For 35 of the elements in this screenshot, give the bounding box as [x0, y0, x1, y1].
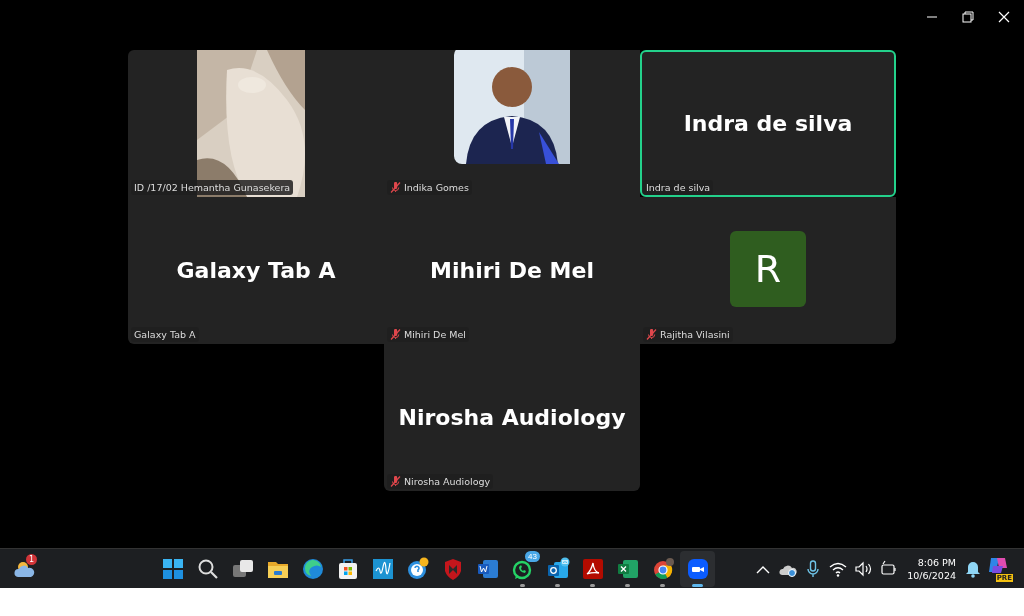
running-indicator	[625, 583, 630, 587]
help-icon	[405, 556, 430, 581]
participant-label: ID /17/02 Hemantha Gunasekera	[134, 181, 291, 194]
app-tile-icon	[370, 556, 395, 581]
running-indicator	[590, 583, 595, 587]
browser-swirl-icon	[300, 556, 325, 581]
close-icon	[998, 11, 1010, 23]
restore-icon	[962, 11, 974, 23]
weather-widget[interactable]: 1	[14, 557, 38, 580]
windows-logo-icon	[160, 556, 185, 581]
notification-badge: 1	[26, 553, 38, 565]
pdf-document-icon	[580, 556, 605, 581]
participant-label: Indra de silva	[646, 181, 711, 194]
notification-badge: 43	[525, 550, 540, 562]
mail-icon	[545, 556, 570, 581]
clock-time[interactable]: 8:06 PM	[917, 555, 956, 569]
participant-name: Galaxy Tab A	[176, 258, 336, 283]
participant-name: Nirosha Audiology	[398, 405, 626, 430]
participant-label: Nirosha Audiology	[404, 475, 491, 488]
running-indicator	[520, 583, 525, 587]
participant-label: Rajitha Vilasini	[660, 328, 730, 341]
running-indicator	[660, 583, 665, 587]
video-app-taskbar-button[interactable]	[680, 550, 715, 587]
avatar: R	[730, 230, 806, 307]
participant-label: Galaxy Tab A	[134, 328, 196, 341]
participant-name: Indra de silva	[683, 111, 853, 136]
bell-icon[interactable]	[965, 559, 981, 578]
colorful-swirl-icon	[988, 555, 1008, 574]
running-indicator	[692, 583, 703, 587]
participant-label: Mihiri De Mel	[404, 328, 466, 341]
participant-name: Mihiri De Mel	[430, 258, 594, 283]
clock-date[interactable]: 10/6/2024	[907, 568, 956, 582]
video-app-icon	[685, 556, 710, 581]
running-indicator	[555, 583, 560, 587]
participant-label: Indika Gomes	[404, 181, 469, 194]
